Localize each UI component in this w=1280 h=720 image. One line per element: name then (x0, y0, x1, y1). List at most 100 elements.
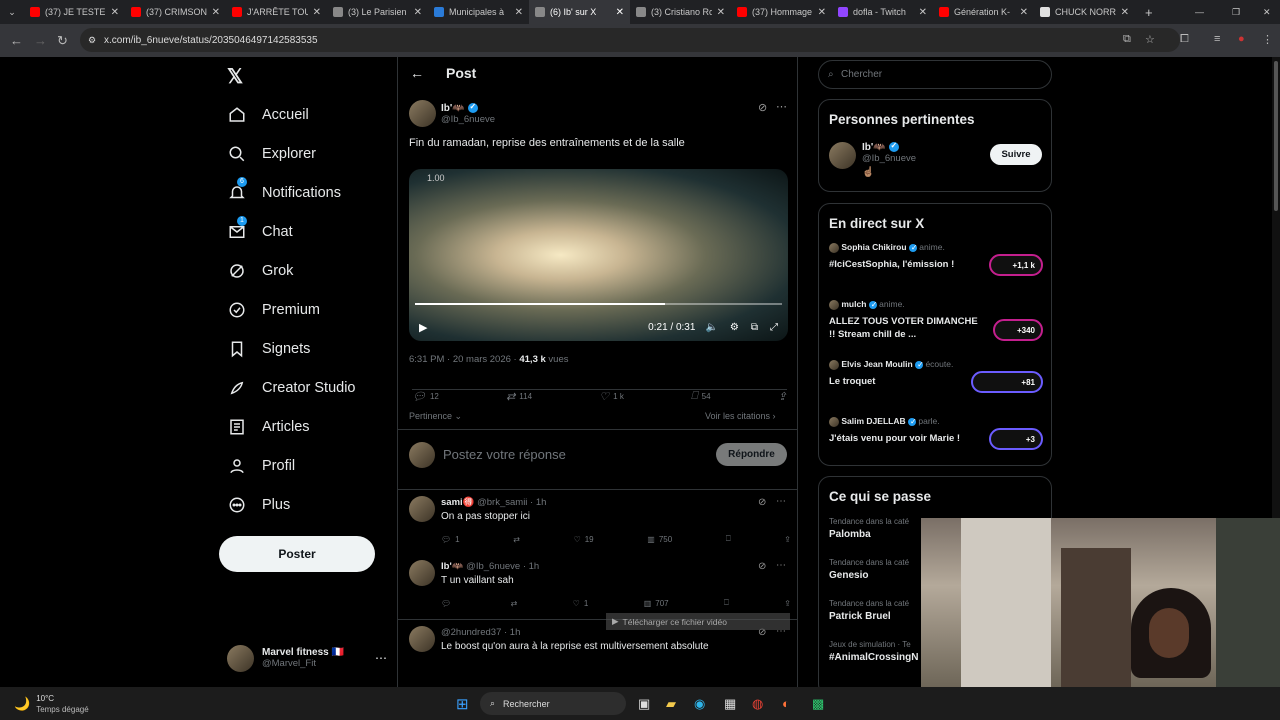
grok-icon[interactable]: ⊘ (758, 497, 766, 508)
like-button[interactable]: ♡ 1 (573, 598, 589, 608)
trend-item[interactable]: Tendance dans la caté Palomba (829, 517, 909, 540)
close-tab-icon[interactable]: ✕ (515, 7, 523, 18)
relevant-handle[interactable]: @Ib_6nueve (862, 153, 916, 164)
sidebar-item-plus[interactable]: Plus (219, 485, 389, 524)
back-arrow-icon[interactable]: ← (10, 33, 23, 48)
tweet-timestamp[interactable]: 6:31 PM · 20 mars 2026 · (409, 354, 519, 365)
forward-arrow-icon[interactable]: → (34, 33, 47, 48)
grok-icon[interactable]: ⊘ (758, 101, 767, 114)
relevant-name[interactable]: Ib'🦇 (862, 142, 886, 153)
tweet-video[interactable]: 1.00 ▶ 0:21 / 0:31 🔈 ⚙ ⧉ ⤢ (409, 169, 788, 341)
restore-button[interactable]: ❐ (1232, 7, 1240, 18)
url-field[interactable]: ⚙ x.com/ib_6nueve/status/203504649714258… (80, 28, 1180, 52)
sidebar-item-accueil[interactable]: Accueil (219, 95, 389, 134)
reply-button[interactable]: 💬︎ (441, 598, 455, 608)
tab-2[interactable]: J'ARRÊTE TOUT ✕ (226, 0, 327, 24)
sort-dropdown[interactable]: Pertinence ⌄ (409, 411, 462, 422)
close-tab-icon[interactable]: ✕ (1020, 7, 1028, 18)
avatar[interactable] (409, 496, 435, 522)
reply-button[interactable]: Répondre (716, 443, 787, 466)
tweet-handle[interactable]: @Ib_6nueve (441, 114, 495, 125)
menu-icon[interactable]: ⋮ (1262, 33, 1273, 46)
reply-button[interactable]: 💬︎ 1 (441, 534, 460, 544)
tab-10[interactable]: CHUCK NORRIS ✕ (1034, 0, 1135, 24)
chrome-icon[interactable]: ◍ (752, 696, 763, 712)
download-video-banner[interactable]: ▶ Télécharger ce fichier vidéo (606, 613, 790, 630)
bookmark-button[interactable]: ⎕ 54 (691, 390, 711, 403)
extensions-icon[interactable]: ⧠ (1180, 33, 1189, 46)
more-icon[interactable]: ⋯ (776, 100, 787, 113)
tab-8[interactable]: dofla - Twitch ✕ (832, 0, 933, 24)
post-button[interactable]: Poster (219, 536, 375, 572)
search-input[interactable]: ⌕ Chercher (818, 60, 1052, 89)
tab-0[interactable]: (37) JE TESTE LE ✕ (24, 0, 125, 24)
reply-handle[interactable]: @brk_samii · 1h (477, 497, 546, 508)
star-icon[interactable]: ☆ (1145, 33, 1155, 46)
fullscreen-icon[interactable]: ⤢ (770, 322, 778, 333)
sidebar-item-grok[interactable]: Grok (219, 251, 389, 290)
close-tab-icon[interactable]: ✕ (919, 7, 927, 18)
live-item[interactable]: Elvis Jean Moulin écoute. Le troquet +81 (829, 359, 1043, 393)
tab-6[interactable]: (3) Cristiano Ro ✕ (630, 0, 731, 24)
reply-author[interactable]: sami🉐 (441, 497, 474, 508)
account-switcher[interactable]: Marvel fitness 🇫🇷 @Marvel_Fit ⋯ (227, 642, 397, 674)
like-button[interactable]: ♡ 19 (574, 534, 594, 544)
bookmark-button[interactable]: ⎕ (724, 598, 729, 608)
windows-start-icon[interactable]: ⊞ (456, 695, 469, 713)
firefox-icon[interactable]: ◐ (782, 696, 790, 711)
more-icon[interactable]: ⋯ (375, 651, 387, 665)
reply-input[interactable]: Postez votre réponse (443, 447, 566, 462)
tab-4[interactable]: Municipales à ✕ (428, 0, 529, 24)
tab-7[interactable]: (37) Hommage ✕ (731, 0, 832, 24)
sidebar-item-explorer[interactable]: Explorer (219, 134, 389, 173)
app-icon[interactable]: ▩ (812, 696, 824, 712)
live-item[interactable]: Salim DJELLAB parle. J'étais venu pour vo… (829, 416, 1043, 450)
avatar[interactable] (409, 560, 435, 586)
live-item[interactable]: mulch anime. ALLEZ TOUS VOTER DIMANCHE !!… (829, 299, 1043, 341)
settings-icon[interactable]: ⚙ (730, 322, 739, 333)
repost-button[interactable]: ⇄ 114 (506, 390, 532, 403)
video-progress-bar[interactable] (415, 303, 782, 305)
share-button[interactable]: ⇪ (784, 534, 791, 544)
share-button[interactable]: ⇪ (778, 390, 787, 403)
repost-button[interactable]: ⇄ (513, 534, 520, 544)
volume-icon[interactable]: 🔈 (705, 322, 717, 333)
reply-button[interactable]: 💬︎ 12 (412, 390, 439, 403)
avatar[interactable] (409, 626, 435, 652)
close-tab-icon[interactable]: ✕ (616, 7, 624, 18)
play-icon[interactable]: ▶ (419, 321, 427, 334)
close-tab-icon[interactable]: ✕ (818, 7, 826, 18)
close-tab-icon[interactable]: ✕ (1121, 7, 1129, 18)
task-view-icon[interactable]: ▣ (638, 696, 650, 712)
tab-5[interactable]: (6) Ib' sur X ✕ (529, 0, 630, 24)
taskbar-search[interactable]: ⌕ Rechercher (480, 692, 626, 715)
tab-3[interactable]: (3) Le Parisien ✕ (327, 0, 428, 24)
live-item[interactable]: Sophia Chikirou anime. #IciCestSophia, l'… (829, 242, 1043, 276)
sidebar-item-premium[interactable]: Premium (219, 290, 389, 329)
reply-item[interactable]: Ib'🦇 @Ib_6nueve · 1h T un vaillant sah ⊘ ⋯ 💬… (398, 554, 797, 619)
store-icon[interactable]: ▦ (724, 696, 736, 712)
close-tab-icon[interactable]: ✕ (313, 7, 321, 18)
reload-icon[interactable]: ↻ (57, 33, 68, 49)
views-button[interactable]: ▥ 707 (644, 598, 669, 608)
reply-author[interactable]: Ib'🦇 (441, 561, 464, 572)
sidebar-item-notifications[interactable]: 6 Notifications (219, 173, 389, 212)
site-info-icon[interactable]: ⚙ (88, 35, 96, 46)
install-icon[interactable]: ⧉ (1123, 33, 1131, 46)
sidebar-item-profil[interactable]: Profil (219, 446, 389, 485)
minimize-button[interactable]: — (1195, 7, 1204, 17)
media-icon[interactable]: ≡ (1214, 33, 1220, 45)
follow-button[interactable]: Suivre (990, 144, 1042, 165)
views-button[interactable]: ▥ 750 (647, 534, 672, 544)
reply-handle[interactable]: @2hundred37 · 1h (441, 627, 520, 638)
repost-button[interactable]: ⇄ (511, 598, 518, 608)
captions-icon[interactable]: ⧉ (751, 322, 758, 333)
tab-9[interactable]: Génération K- ✕ (933, 0, 1034, 24)
more-icon[interactable]: ⋯ (776, 496, 786, 507)
sidebar-item-articles[interactable]: Articles (219, 407, 389, 446)
tab-list-button[interactable]: ⌄ (0, 7, 24, 18)
reply-handle[interactable]: @Ib_6nueve · 1h (466, 561, 539, 572)
close-tab-icon[interactable]: ✕ (414, 7, 422, 18)
profile-icon[interactable]: ● (1238, 33, 1245, 45)
sidebar-item-chat[interactable]: 1 Chat (219, 212, 389, 251)
